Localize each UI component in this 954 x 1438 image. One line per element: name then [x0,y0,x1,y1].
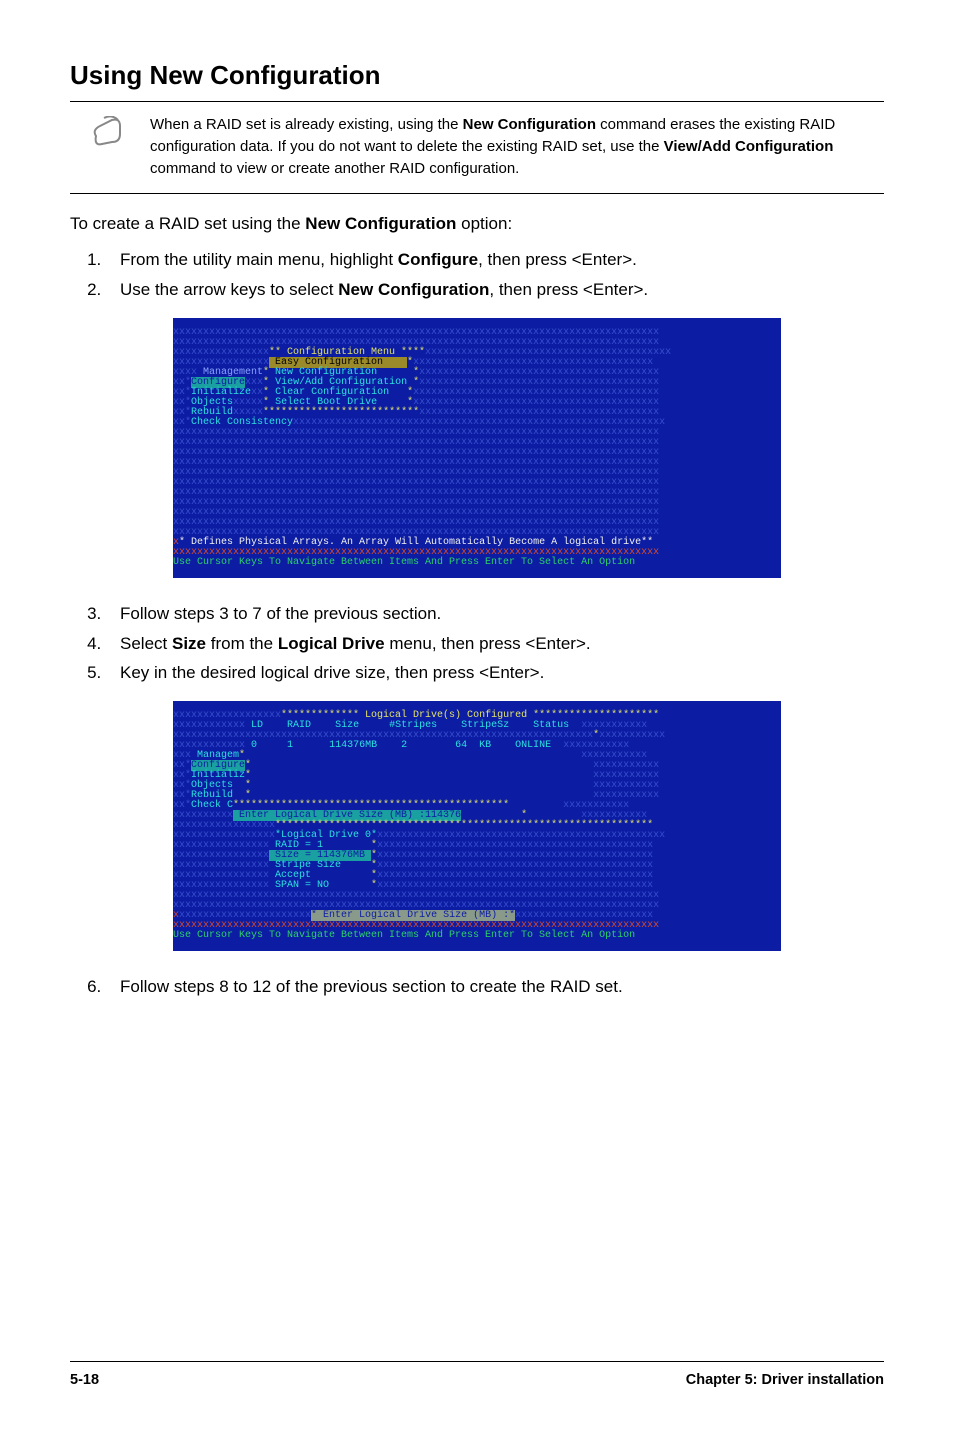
page-title: Using New Configuration [70,60,884,95]
step-item: Select Size from the Logical Drive menu,… [106,632,884,656]
steps-list-2: Follow steps 3 to 7 of the previous sect… [70,602,884,685]
divider [70,101,884,102]
bios-screenshot-1: xxxxxxxxxxxxxxxxxxxxxxxxxxxxxxxxxxxxxxxx… [173,318,781,578]
footer-page-number: 5-18 [70,1372,99,1388]
steps-list-1: From the utility main menu, highlight Co… [70,248,884,302]
footer-chapter: Chapter 5: Driver installation [686,1372,884,1388]
lead-paragraph: To create a RAID set using the New Confi… [70,214,884,234]
note-block: When a RAID set is already existing, usi… [90,114,884,187]
bios-screenshot-2: xxxxxxxxxxxxxxxxxx************* Logical … [173,701,781,951]
step-item: Key in the desired logical drive size, t… [106,661,884,685]
divider [70,193,884,194]
page-footer: 5-18 Chapter 5: Driver installation [70,1361,884,1388]
steps-list-3: Follow steps 8 to 12 of the previous sec… [70,975,884,999]
note-text: When a RAID set is already existing, usi… [150,114,884,179]
step-item: Use the arrow keys to select New Configu… [106,278,884,302]
step-item: Follow steps 3 to 7 of the previous sect… [106,602,884,626]
note-icon [90,116,130,153]
step-item: Follow steps 8 to 12 of the previous sec… [106,975,884,999]
step-item: From the utility main menu, highlight Co… [106,248,884,272]
